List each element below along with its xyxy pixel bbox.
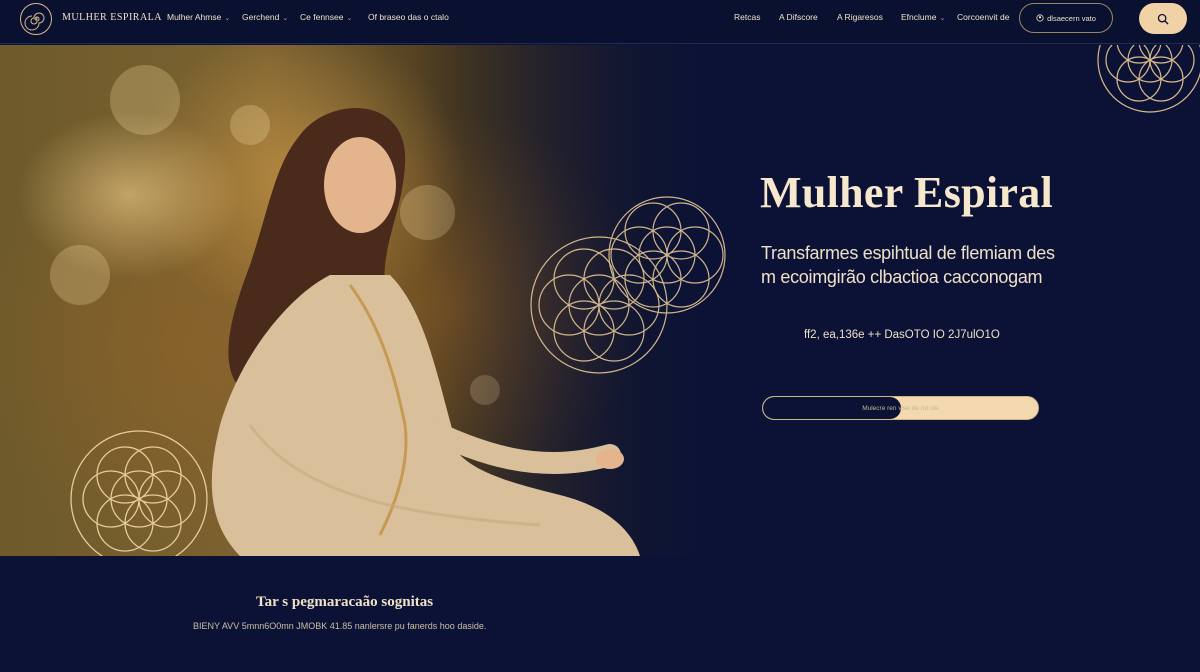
flower-of-life-icon: [530, 196, 726, 374]
account-label: dlsaecern vato: [1047, 13, 1096, 23]
event-date: ff2, ea,136e ++ DasOTO IO 2J7ulO1O: [804, 329, 1000, 341]
nav-item-5[interactable]: Retcas: [734, 12, 760, 22]
nav-item-8[interactable]: Efnclume ⌄: [901, 12, 945, 22]
nav-item-2[interactable]: Gerchend ⌄: [242, 12, 288, 22]
nav-item-7[interactable]: A Rigaresos: [837, 12, 883, 22]
brand-name[interactable]: MULHER ESPIRALA: [62, 12, 162, 23]
nav-item-9[interactable]: Corcoenvit de: [957, 12, 1009, 22]
nav-item-6[interactable]: A Difscore: [779, 12, 818, 22]
section-description: BIENY AVV 5mnn6O0mn JMOBK 41.85 nanlersr…: [193, 621, 487, 631]
progress-label: Mulecre ren vise de rot ole: [862, 404, 939, 412]
nav-item-4[interactable]: Of braseo das o ctalo: [368, 12, 449, 22]
user-icon: [1036, 14, 1044, 22]
chevron-down-icon: ⌄: [346, 15, 353, 22]
search-button[interactable]: [1139, 3, 1187, 34]
hero-section: Mulher Espiral Transfarmes espihtual de …: [0, 45, 1200, 556]
nav-item-3[interactable]: Ce fennsee ⌄: [300, 12, 352, 22]
spiral-logo-icon[interactable]: [20, 3, 52, 35]
section-title: Tar s pegmaracaão sognitas: [256, 594, 434, 610]
chevron-down-icon: ⌄: [224, 15, 231, 22]
flower-of-life-icon: [1097, 45, 1200, 113]
chevron-down-icon: ⌄: [282, 15, 289, 22]
hero-subtitle: Transfarmes espihtual de flemiam des m e…: [761, 243, 1055, 287]
cta-progress-button[interactable]: Mulecre ren vise de rot ole: [762, 396, 1039, 420]
chevron-down-icon: ⌄: [939, 15, 946, 22]
nav-item-1[interactable]: Mulher Ahmse ⌄: [167, 12, 230, 22]
hero-title: Mulher Espiral: [760, 168, 1054, 217]
top-nav: MULHER ESPIRALA Mulher Ahmse ⌄ Gerchend ⌄ …: [0, 0, 1200, 44]
account-button[interactable]: dlsaecern vato: [1019, 3, 1113, 33]
search-icon: [1157, 13, 1169, 24]
flower-of-life-icon: [70, 430, 208, 556]
